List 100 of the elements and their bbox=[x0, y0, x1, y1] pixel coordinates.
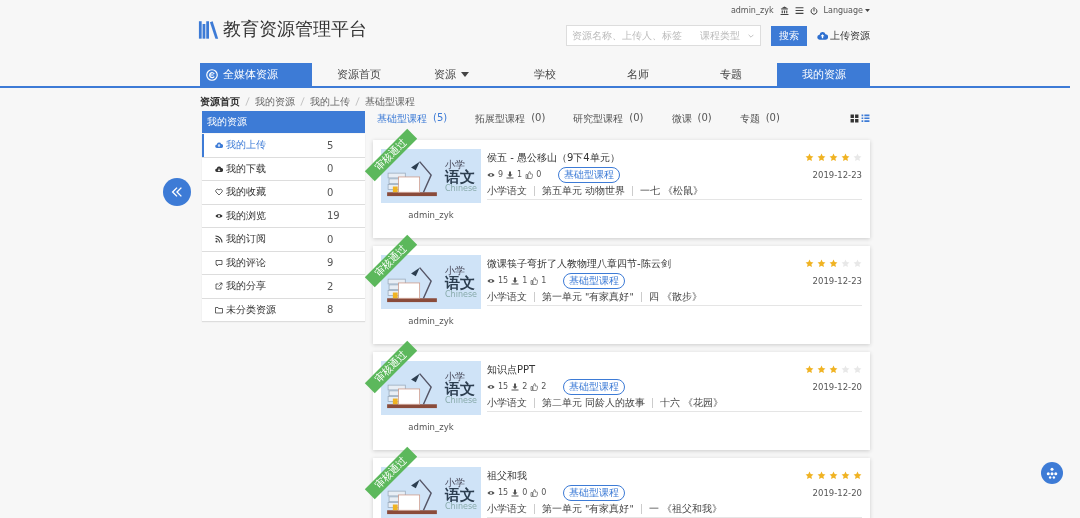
nav-item[interactable]: 全媒体资源 bbox=[200, 63, 312, 86]
sidebar-item-label: 我的订阅 bbox=[226, 232, 266, 247]
eye-icon bbox=[487, 276, 495, 285]
star-icon bbox=[853, 471, 862, 480]
item-count: 2 bbox=[327, 280, 335, 292]
cloud-download-icon bbox=[215, 164, 223, 173]
caret-icon bbox=[865, 9, 870, 12]
upload-date: 2019-12-23 bbox=[812, 169, 862, 180]
thumbnail-english: Chinese bbox=[445, 502, 477, 511]
item-count: 0 bbox=[327, 233, 335, 245]
rss-icon bbox=[215, 235, 223, 244]
category-path: 第一单元 "有家真好" bbox=[542, 290, 634, 304]
eye-icon bbox=[487, 382, 495, 391]
category-path: 小学语文 bbox=[487, 290, 527, 304]
download-icon bbox=[506, 170, 515, 179]
breadcrumb-link[interactable]: 我的资源 bbox=[255, 94, 295, 109]
star-icon bbox=[805, 153, 814, 162]
view-count: 9 bbox=[498, 170, 504, 179]
sitemap-icon bbox=[1046, 467, 1058, 479]
upload-date: 2019-12-20 bbox=[812, 381, 862, 392]
username[interactable]: admin_zyk bbox=[730, 6, 774, 15]
like-count: 0 bbox=[541, 488, 547, 497]
heart-icon bbox=[215, 188, 223, 197]
list-view-icon[interactable] bbox=[861, 114, 870, 123]
sidebar-item-label: 我的下载 bbox=[226, 161, 266, 176]
slash-separator-icon bbox=[355, 97, 360, 106]
sidebar-item-label: 我的分享 bbox=[226, 279, 266, 294]
sidebar-item[interactable]: 未分类资源 8 bbox=[202, 298, 365, 321]
collapse-button[interactable] bbox=[163, 178, 191, 206]
sidebar-item-label: 我的评论 bbox=[226, 255, 266, 270]
category-tab[interactable]: 研究型课程 (0) bbox=[573, 111, 644, 126]
thumbnail-stage: 小学 bbox=[445, 265, 466, 276]
star-icon bbox=[817, 471, 826, 480]
category-path: 小学语文 bbox=[487, 184, 527, 198]
search-button[interactable]: 搜索 bbox=[771, 25, 807, 46]
thumbnail-subject: 语文 bbox=[445, 487, 476, 503]
caret-icon bbox=[461, 72, 469, 77]
download-icon bbox=[511, 382, 520, 391]
upload-link[interactable]: 上传资源 bbox=[817, 28, 870, 43]
view-count: 15 bbox=[498, 382, 509, 391]
thumbs-up-icon bbox=[530, 382, 539, 391]
category-tab[interactable]: 基础型课程 (5) bbox=[377, 111, 448, 126]
sidebar-header: 我的资源 bbox=[202, 111, 365, 133]
star-icon bbox=[805, 259, 814, 268]
bank-icon[interactable] bbox=[779, 6, 789, 15]
thumbnail-stage: 小学 bbox=[445, 477, 466, 488]
sidebar-item[interactable]: 我的评论 9 bbox=[202, 251, 365, 274]
resource-title[interactable]: 知识点PPT bbox=[487, 362, 536, 377]
comment-icon bbox=[215, 258, 223, 267]
resource-title[interactable]: 微课筷子弯折了人教物理八章四节-陈云剑 bbox=[487, 256, 671, 271]
slash-separator-icon bbox=[300, 97, 305, 106]
resource-title[interactable]: 侯五 - 愚公移山（9下4单元） bbox=[487, 150, 620, 165]
sidebar-item[interactable]: 我的上传 5 bbox=[202, 134, 365, 157]
category-tab[interactable]: 微课 (0) bbox=[671, 111, 712, 126]
sidebar-item-label: 我的浏览 bbox=[226, 208, 266, 223]
nav-item[interactable]: 资源首页 bbox=[312, 63, 405, 86]
share-icon bbox=[215, 282, 223, 291]
like-count: 0 bbox=[536, 170, 542, 179]
floating-tool-button[interactable] bbox=[1041, 462, 1063, 484]
category-path: 第二单元 同龄人的故事 bbox=[542, 396, 646, 410]
category-tab[interactable]: 拓展型课程 (0) bbox=[475, 111, 546, 126]
nav-item[interactable]: 资源 bbox=[405, 63, 498, 86]
folder-icon bbox=[215, 305, 223, 314]
thumbnail-english: Chinese bbox=[445, 290, 477, 299]
sidebar-item[interactable]: 我的收藏 0 bbox=[202, 181, 365, 204]
star-icon bbox=[829, 259, 838, 268]
category-path: 四 《散步》 bbox=[648, 290, 702, 304]
grid-view-icon[interactable] bbox=[850, 114, 859, 123]
language-menu[interactable]: Language bbox=[823, 6, 870, 15]
site-title: 教育资源管理平台 bbox=[223, 17, 367, 41]
power-icon[interactable] bbox=[809, 6, 818, 15]
thumbs-up-icon bbox=[525, 170, 534, 179]
item-count: 19 bbox=[327, 210, 341, 222]
breadcrumb-link[interactable]: 我的上传 bbox=[310, 94, 350, 109]
sidebar-item[interactable]: 我的下载 0 bbox=[202, 157, 365, 180]
nav-item[interactable]: 学校 bbox=[498, 63, 591, 86]
sidebar-item[interactable]: 我的浏览 19 bbox=[202, 204, 365, 227]
nav-item[interactable]: 名师 bbox=[591, 63, 684, 86]
like-count: 2 bbox=[541, 382, 547, 391]
thumbnail-english: Chinese bbox=[445, 184, 477, 193]
category-tab[interactable]: 专题 (0) bbox=[739, 111, 780, 126]
item-count: 0 bbox=[327, 163, 335, 175]
category-path: 十六 《花园》 bbox=[660, 396, 724, 410]
breadcrumb-link[interactable]: 基础型课程 bbox=[365, 94, 415, 109]
eye-icon bbox=[215, 211, 223, 220]
view-count: 15 bbox=[498, 488, 509, 497]
nav-item[interactable]: 我的资源 bbox=[777, 63, 870, 86]
breadcrumb-link[interactable]: 资源首页 bbox=[200, 94, 240, 109]
menu-icon[interactable] bbox=[794, 6, 804, 15]
resource-title[interactable]: 祖父和我 bbox=[487, 468, 527, 483]
thumbnail-subject: 语文 bbox=[445, 381, 476, 397]
sidebar-item[interactable]: 我的订阅 0 bbox=[202, 228, 365, 251]
category-path: 一七 《松鼠》 bbox=[640, 184, 704, 198]
nav-item[interactable]: 专题 bbox=[684, 63, 777, 86]
sidebar-item[interactable]: 我的分享 2 bbox=[202, 275, 365, 298]
eye-icon bbox=[487, 488, 495, 497]
upload-date: 2019-12-20 bbox=[812, 487, 862, 498]
double-chevron-left-icon bbox=[170, 185, 184, 199]
thumbnail-stage: 小学 bbox=[445, 371, 466, 382]
thumbnail-english: Chinese bbox=[445, 396, 477, 405]
